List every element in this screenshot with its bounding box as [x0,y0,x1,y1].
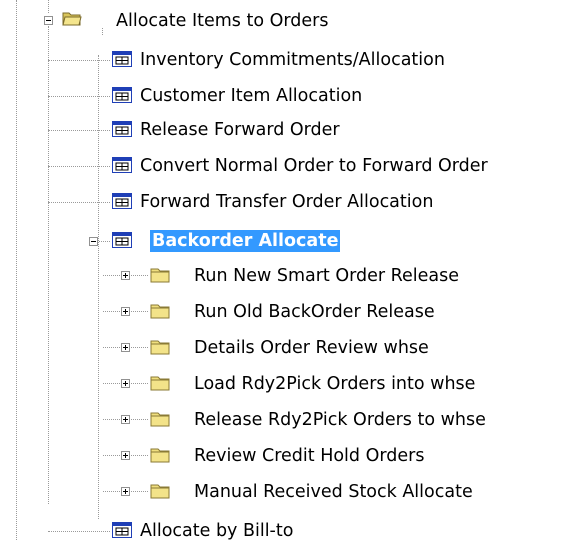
form-window-icon [112,87,132,103]
folder-icon [150,268,170,283]
tree-line [48,531,110,532]
expand-toggle[interactable] [121,343,130,352]
tree-node-label: Load Rdy2Pick Orders into whse [194,374,476,394]
menu-tree-view: Allocate Items to Orders Inventory Commi… [0,0,580,541]
tree-line [48,130,110,131]
folder-icon [150,448,170,463]
tree-node-label: Convert Normal Order to Forward Order [140,156,488,176]
expand-toggle[interactable] [121,487,130,496]
tree-node-label: Manual Received Stock Allocate [194,482,473,502]
folder-icon [150,304,170,319]
open-folder-icon [62,12,82,26]
tree-node-label: Customer Item Allocation [140,86,363,106]
form-window-icon [112,193,132,209]
collapse-toggle[interactable] [89,237,98,246]
tree-node-label: Allocate by Bill-to [140,521,294,541]
tree-node-label: Release Forward Order [140,120,340,140]
tree-line [48,60,110,61]
form-window-icon [112,157,132,173]
tree-node-label: Allocate Items to Orders [116,11,329,31]
expand-toggle[interactable] [121,307,130,316]
form-window-icon [112,121,132,137]
tree-line [48,96,110,97]
form-window-icon [112,522,132,538]
folder-icon [150,376,170,391]
tree-line [102,28,103,35]
tree-node-label: Review Credit Hold Orders [194,446,425,466]
expand-toggle[interactable] [121,379,130,388]
collapse-toggle[interactable] [44,16,53,25]
tree-node-label: Release Rdy2Pick Orders to whse [194,410,486,430]
tree-node-label: Run New Smart Order Release [194,266,460,286]
tree-node-label: Inventory Commitments/Allocation [140,50,445,70]
form-window-icon [112,51,132,67]
expand-toggle[interactable] [121,415,130,424]
tree-line [48,26,49,504]
folder-icon [150,340,170,355]
form-window-icon [112,232,132,248]
tree-node-label: Details Order Review whse [194,338,429,358]
tree-line [48,166,110,167]
expand-toggle[interactable] [121,451,130,460]
folder-icon [150,412,170,427]
tree-node-label: Backorder Allocate [150,230,341,252]
tree-line [98,55,99,519]
tree-line [16,0,17,540]
folder-icon [150,484,170,499]
tree-line [48,0,49,13]
tree-node-label: Forward Transfer Order Allocation [140,192,434,212]
expand-toggle[interactable] [121,271,130,280]
tree-node-label: Run Old BackOrder Release [194,302,435,322]
tree-line [48,202,110,203]
